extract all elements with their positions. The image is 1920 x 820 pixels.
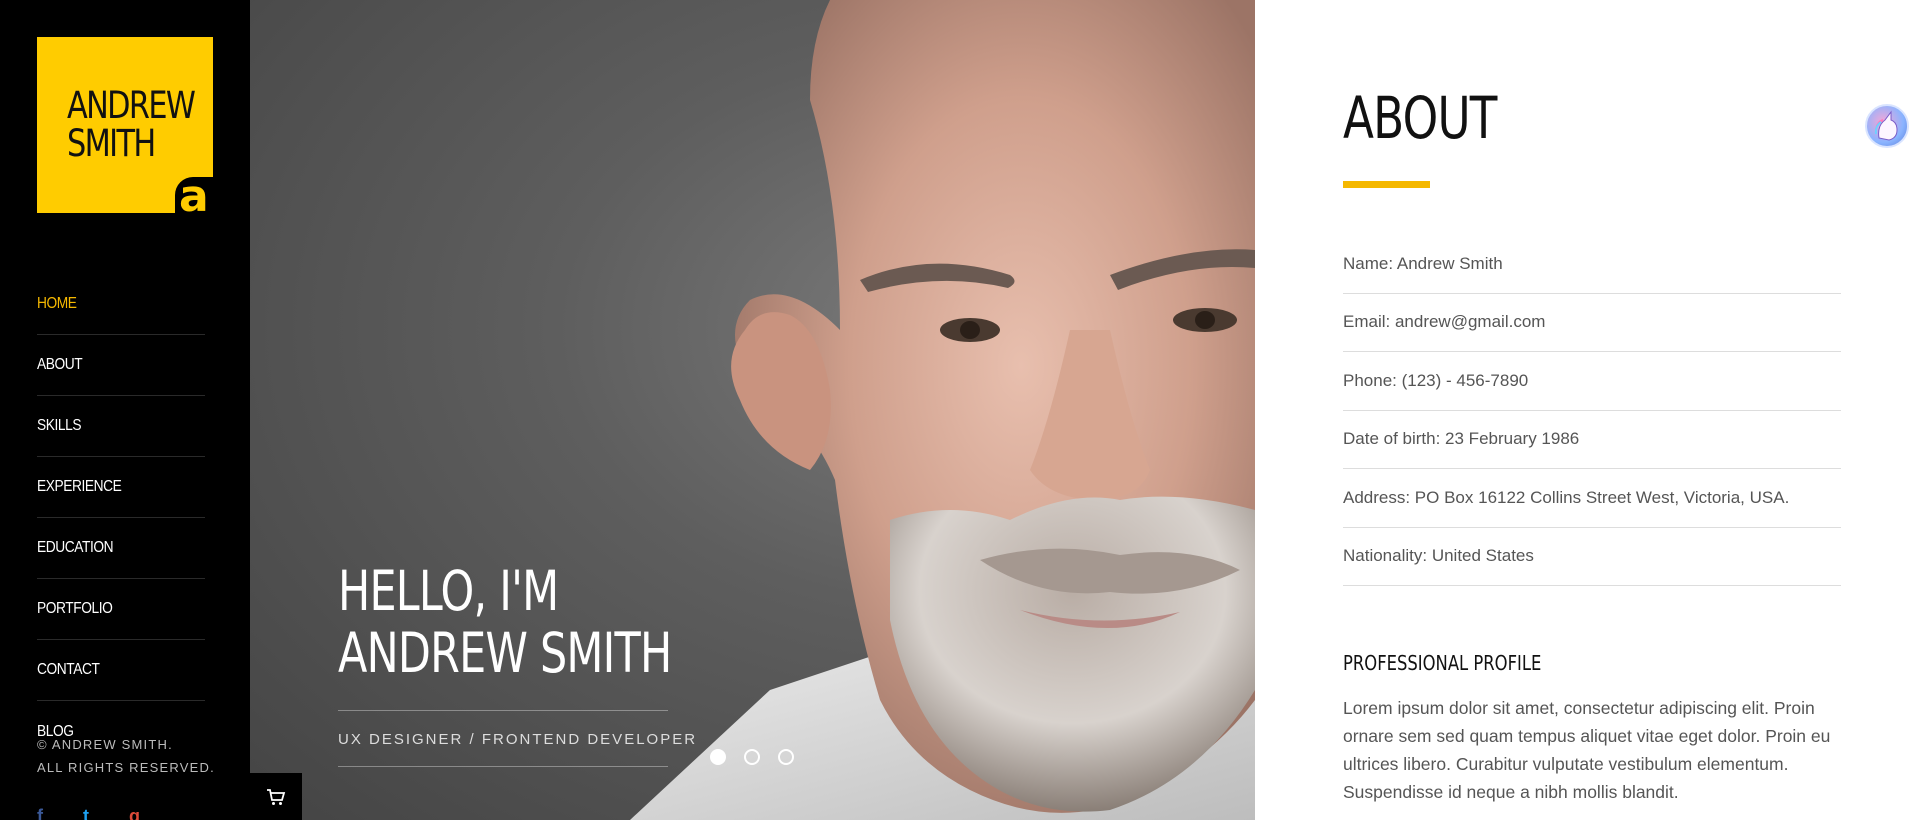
copyright-line-2: ALL RIGHTS RESERVED.	[37, 760, 215, 775]
google-plus-icon[interactable]: g	[129, 806, 140, 820]
profile-text: Lorem ipsum dolor sit amet, consectetur …	[1343, 698, 1831, 802]
cart-button[interactable]	[250, 773, 302, 820]
accent-bar	[1343, 181, 1430, 188]
nav-item-experience[interactable]: EXPERIENCE	[37, 457, 205, 518]
slider-dot-3[interactable]	[778, 749, 794, 765]
info-phone: Phone: (123) - 456-7890	[1343, 352, 1841, 411]
copyright-line-1: © ANDREW SMITH.	[37, 737, 173, 752]
nav-item-education[interactable]: EDUCATION	[37, 518, 205, 579]
nav-item-skills[interactable]: SKILLS	[37, 396, 205, 457]
logo[interactable]: ANDREW SMITH a	[37, 37, 213, 213]
nav-item-label: EDUCATION	[37, 539, 114, 556]
social-links: f t g	[37, 806, 140, 820]
hero-section: HELLO, I'M ANDREW SMITH UX DESIGNER / FR…	[250, 0, 1255, 820]
hero-text: HELLO, I'M ANDREW SMITH UX DESIGNER / FR…	[338, 559, 698, 767]
twitter-icon[interactable]: t	[83, 806, 89, 820]
slider-dot-2[interactable]	[744, 749, 760, 765]
logo-name: ANDREW SMITH	[67, 84, 196, 165]
profile-title: PROFESSIONAL PROFILE	[1343, 651, 1542, 675]
info-name: Name: Andrew Smith	[1343, 235, 1841, 294]
nav-item-label: ABOUT	[37, 356, 83, 373]
info-email: Email: andrew@gmail.com	[1343, 294, 1841, 352]
sidebar: ANDREW SMITH a HOME ABOUT SKILLS EXPERIE…	[0, 0, 250, 820]
copyright: © ANDREW SMITH. ALL RIGHTS RESERVED.	[37, 733, 215, 779]
nav-item-label: HOME	[37, 295, 77, 312]
info-address: Address: PO Box 16122 Collins Street Wes…	[1343, 469, 1841, 528]
nav-item-contact[interactable]: CONTACT	[37, 640, 205, 701]
nav-item-label: CONTACT	[37, 661, 100, 678]
hero-role: UX DESIGNER / FRONTEND DEVELOPER	[338, 731, 698, 748]
hero-name: ANDREW SMITH	[338, 621, 672, 685]
nav-item-home[interactable]: HOME	[37, 274, 205, 335]
main-nav: HOME ABOUT SKILLS EXPERIENCE EDUCATION P…	[37, 274, 205, 762]
nav-item-about[interactable]: ABOUT	[37, 335, 205, 396]
unicorn-icon	[1874, 110, 1898, 141]
nav-item-portfolio[interactable]: PORTFOLIO	[37, 579, 205, 640]
hero-greeting: HELLO, I'M	[338, 559, 559, 623]
info-dob: Date of birth: 23 February 1986	[1343, 411, 1841, 469]
facebook-icon[interactable]: f	[37, 806, 43, 820]
nav-item-label: PORTFOLIO	[37, 600, 113, 617]
info-list: Name: Andrew Smith Email: andrew@gmail.c…	[1343, 235, 1841, 586]
info-nationality: Nationality: United States	[1343, 528, 1841, 586]
unicorn-avatar-icon[interactable]	[1865, 104, 1909, 148]
slider-dots	[710, 749, 794, 765]
cart-icon	[267, 788, 286, 805]
slider-dot-1[interactable]	[710, 749, 726, 765]
nav-item-label: SKILLS	[37, 417, 82, 434]
about-title: ABOUT	[1343, 84, 1497, 152]
divider	[338, 766, 668, 767]
logo-mark: a	[175, 175, 213, 213]
nav-item-label: EXPERIENCE	[37, 478, 122, 495]
